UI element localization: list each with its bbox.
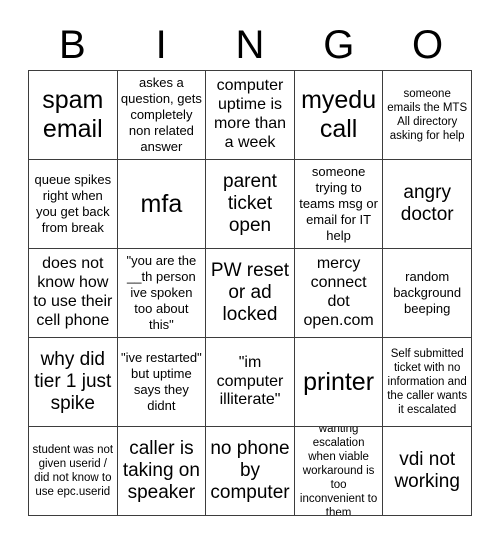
bingo-cell[interactable]: wanting escalation when viable workaroun… xyxy=(294,427,384,516)
bingo-cell[interactable]: printer xyxy=(294,338,384,427)
bingo-cell[interactable]: does not know how to use their cell phon… xyxy=(29,249,118,338)
bingo-cell-label: wanting escalation when viable workaroun… xyxy=(299,427,378,516)
bingo-cell-label: askes a question, gets completely non re… xyxy=(120,75,202,154)
bingo-header-row: B I N G O xyxy=(28,22,472,68)
bingo-cell-label: parent ticket open xyxy=(223,170,277,237)
bingo-cell-label: "you are the __th person ive spoken too … xyxy=(126,253,197,332)
bingo-cell[interactable]: mfa xyxy=(117,160,207,249)
bingo-cell-label: computer uptime is more than a week xyxy=(213,77,287,151)
bingo-cell-label: mfa xyxy=(140,189,183,218)
bingo-cell-label: someone emails the MTS All directory ask… xyxy=(387,87,468,143)
bingo-cell[interactable]: random background beeping xyxy=(383,249,472,338)
bingo-cell[interactable]: queue spikes right when you get back fro… xyxy=(29,160,118,249)
bingo-cell[interactable]: computer uptime is more than a week xyxy=(206,71,295,160)
bingo-cell[interactable]: "im computer illiterate" xyxy=(206,338,295,427)
bingo-cell[interactable]: spam email xyxy=(29,71,118,160)
bingo-cell-label: angry doctor xyxy=(400,181,454,225)
bingo-cell[interactable]: parent ticket open xyxy=(206,160,295,249)
bingo-cell-label: printer xyxy=(303,367,375,396)
bingo-card: B I N G O spam email askes a question, ge… xyxy=(0,0,500,544)
header-letter-o: O xyxy=(412,23,444,67)
bingo-cell-label: "ive restarted" but uptime says they did… xyxy=(121,350,202,413)
bingo-cell-label: someone trying to teams msg or email for… xyxy=(299,164,378,243)
bingo-grid: spam email askes a question, gets complet… xyxy=(28,70,472,516)
bingo-cell-label: PW reset or ad locked xyxy=(210,259,290,326)
bingo-cell[interactable]: no phone by computer xyxy=(206,427,295,516)
bingo-cell-label: myedu call xyxy=(301,86,377,143)
header-letter-n: N xyxy=(235,23,265,67)
bingo-cell[interactable]: Self submitted ticket with no informatio… xyxy=(383,338,472,427)
bingo-cell[interactable]: student was not given userid / did not k… xyxy=(29,427,118,516)
header-letter-g: G xyxy=(323,23,355,67)
bingo-cell-label: Self submitted ticket with no informatio… xyxy=(387,347,468,417)
bingo-cell-label: does not know how to use their cell phon… xyxy=(33,255,113,329)
bingo-cell-label: mercy connect dot open.com xyxy=(303,255,374,329)
bingo-cell[interactable]: mercy connect dot open.com xyxy=(294,249,384,338)
bingo-cell[interactable]: someone emails the MTS All directory ask… xyxy=(383,71,472,160)
bingo-cell[interactable]: myedu call xyxy=(294,71,384,160)
bingo-cell[interactable]: someone trying to teams msg or email for… xyxy=(294,160,384,249)
bingo-cell-label: random background beeping xyxy=(393,269,462,316)
bingo-cell[interactable]: "you are the __th person ive spoken too … xyxy=(117,249,207,338)
bingo-cell[interactable]: angry doctor xyxy=(383,160,472,249)
bingo-cell-label: queue spikes right when you get back fro… xyxy=(34,172,112,235)
bingo-cell[interactable]: why did tier 1 just spike xyxy=(29,338,118,427)
bingo-cell[interactable]: PW reset or ad locked xyxy=(206,249,295,338)
bingo-cell-label: no phone by computer xyxy=(210,437,290,504)
bingo-cell[interactable]: vdi not working xyxy=(383,427,472,516)
bingo-cell[interactable]: "ive restarted" but uptime says they did… xyxy=(117,338,207,427)
header-letter-i: I xyxy=(155,23,167,67)
bingo-cell[interactable]: caller is taking on speaker xyxy=(117,427,207,516)
bingo-cell[interactable]: askes a question, gets completely non re… xyxy=(117,71,207,160)
bingo-cell-label: caller is taking on speaker xyxy=(122,437,200,504)
bingo-cell-label: vdi not working xyxy=(394,448,460,492)
header-letter-b: B xyxy=(59,23,86,67)
bingo-cell-label: why did tier 1 just spike xyxy=(34,348,112,415)
bingo-cell-label: "im computer illiterate" xyxy=(216,353,284,409)
bingo-cell-label: spam email xyxy=(42,86,104,143)
bingo-cell-label: student was not given userid / did not k… xyxy=(32,443,114,499)
